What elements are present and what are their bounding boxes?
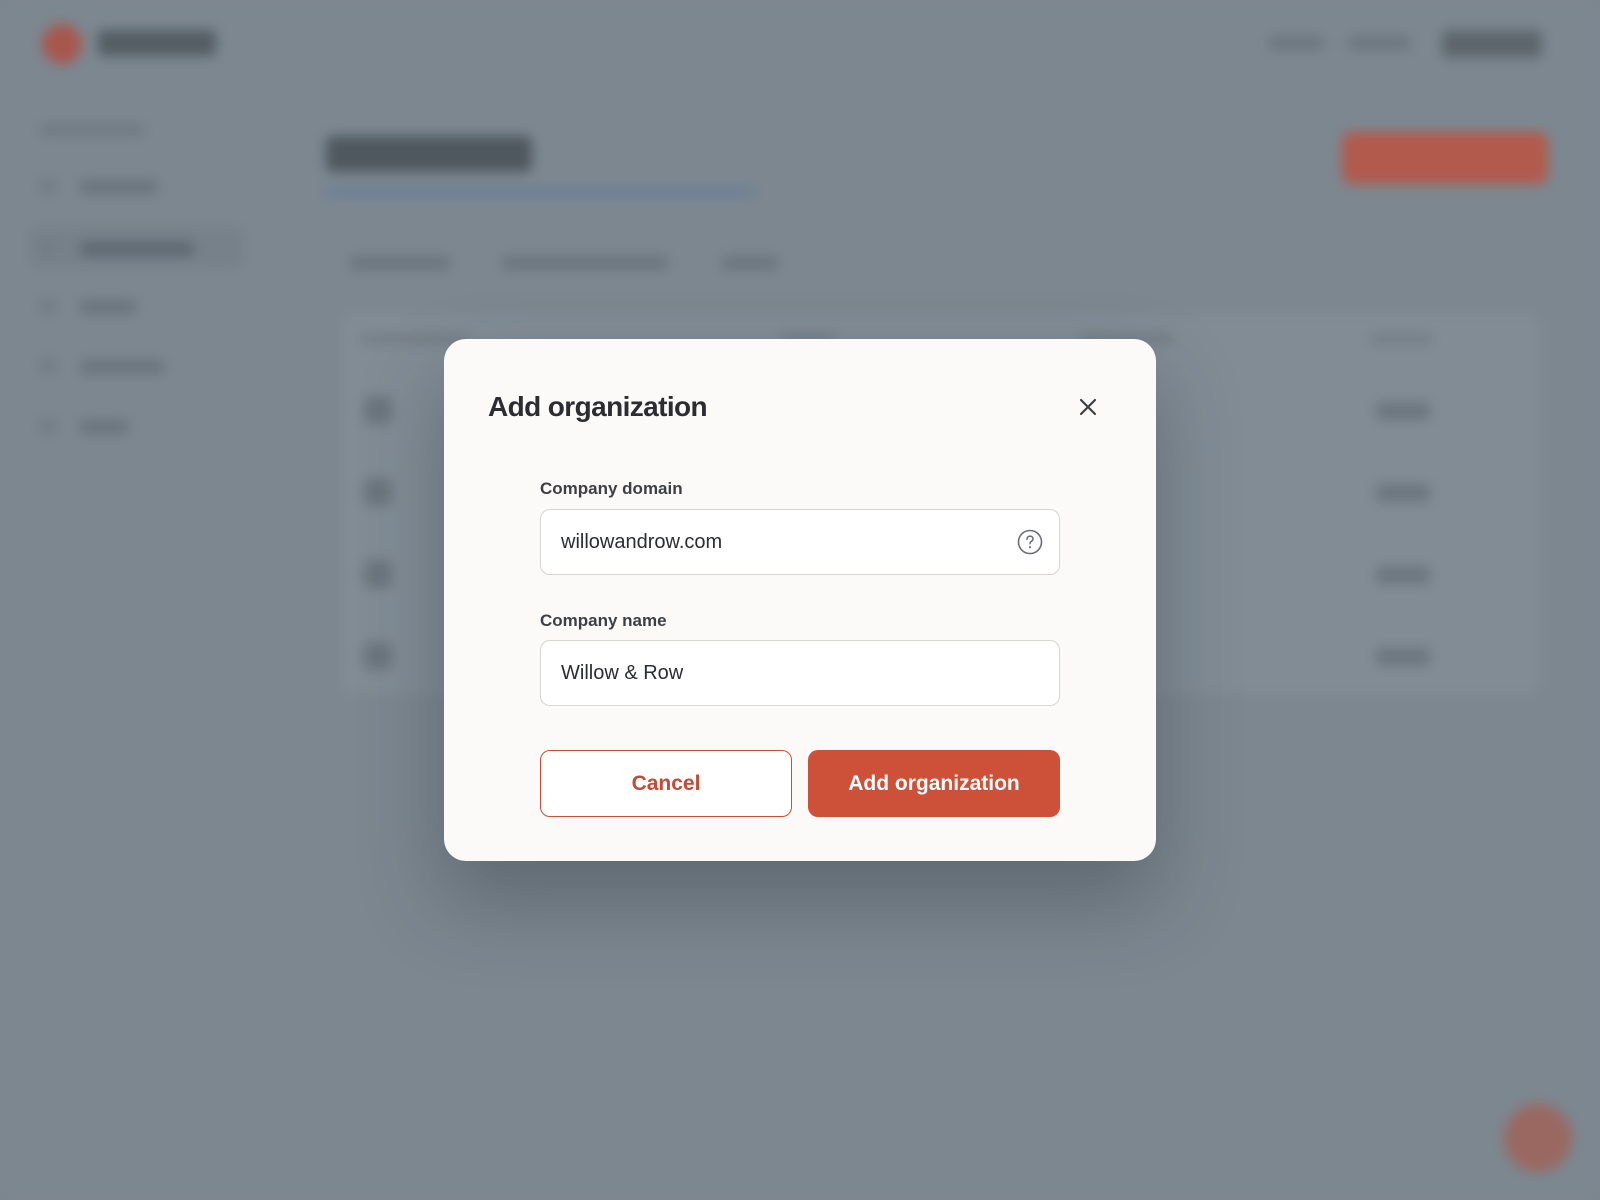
company-name-input[interactable] <box>561 641 991 705</box>
sidebar-item <box>80 420 128 434</box>
table-row-avatar <box>364 560 392 588</box>
sidebar-icon <box>40 358 56 374</box>
sidebar-icon <box>40 418 56 434</box>
top-nav-item <box>1268 36 1324 50</box>
add-organization-button[interactable]: Add organization <box>808 750 1060 817</box>
tab-placeholder <box>722 256 778 270</box>
sidebar-item <box>80 300 136 314</box>
page-title-placeholder <box>326 136 532 172</box>
top-nav-item <box>1348 36 1410 50</box>
sidebar-item <box>80 242 194 256</box>
floating-action-button <box>1504 1104 1572 1172</box>
close-icon <box>1079 398 1097 416</box>
dialog-title: Add organization <box>488 391 708 422</box>
sidebar-heading <box>40 124 144 136</box>
cancel-button[interactable]: Cancel <box>540 750 792 817</box>
primary-action-placeholder <box>1342 132 1548 184</box>
table-row-badge <box>1376 402 1430 420</box>
tab-placeholder <box>350 256 450 270</box>
company-domain-field <box>540 509 1060 575</box>
table-row-avatar <box>364 642 392 670</box>
company-name-field <box>540 640 1060 706</box>
company-name-label: Company name <box>540 611 667 630</box>
top-nav-button <box>1442 30 1542 58</box>
table-row-badge <box>1376 566 1430 584</box>
company-domain-input[interactable] <box>561 510 991 574</box>
sidebar-icon <box>40 178 56 194</box>
company-domain-label: Company domain <box>540 479 683 498</box>
table-row-avatar <box>364 396 392 424</box>
sidebar-item <box>80 180 158 194</box>
app-name-placeholder <box>98 30 216 56</box>
sidebar-item <box>80 360 164 374</box>
question-circle-icon[interactable] <box>1017 529 1043 555</box>
sidebar-icon <box>40 298 56 314</box>
sidebar-icon <box>40 240 56 256</box>
tab-placeholder <box>502 256 668 270</box>
page-subtitle-placeholder <box>326 186 754 198</box>
table-row-avatar <box>364 478 392 506</box>
app-logo <box>42 24 82 64</box>
add-organization-dialog: Add organization Company domain Company … <box>444 339 1156 861</box>
close-button[interactable] <box>1072 391 1104 423</box>
table-row-badge <box>1376 484 1430 502</box>
column-header <box>1370 334 1432 344</box>
table-row-badge <box>1376 648 1430 666</box>
